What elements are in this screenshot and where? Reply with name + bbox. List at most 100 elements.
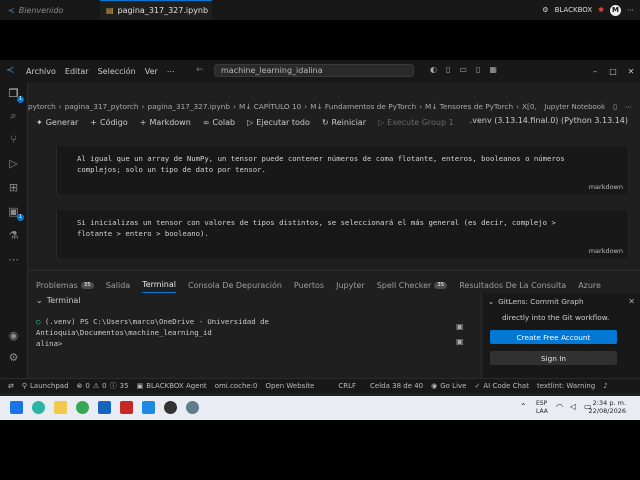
notebook-body: Al igual que un array de NumPy, un tenso… — [28, 132, 640, 260]
textlint-item[interactable]: textlint: Warning — [537, 382, 595, 390]
blackbox-area: ⚙ BLACKBOX ✱ M ⋯ — [542, 0, 634, 20]
restart-button[interactable]: ↻ Reiniciar — [322, 118, 366, 127]
terminal-shell-icon[interactable]: ▣ — [456, 322, 464, 331]
windows-start-icon[interactable] — [10, 401, 23, 414]
sign-in-button[interactable]: Sign In — [490, 351, 617, 365]
ai-chat-item[interactable]: ✓ AI Code Chat — [474, 382, 528, 390]
tab-problems-label: Problemas — [36, 280, 78, 290]
panel-right-icon[interactable]: ▯ — [476, 65, 480, 74]
tab-spell-checker[interactable]: Spell Checker 35 — [377, 278, 448, 292]
colab-button[interactable]: ∞ Colab — [203, 118, 235, 127]
settings-gear-icon[interactable]: ⚙ — [6, 350, 21, 365]
more-views-icon[interactable]: ⋯ — [6, 252, 21, 267]
tab-welcome[interactable]: ≺ Bienvenido — [2, 0, 88, 20]
bell-icon[interactable]: ♪ — [603, 382, 607, 390]
tab-jupyter[interactable]: Jupyter — [336, 278, 365, 292]
tab-notebook[interactable]: ▤ pagina_317_327.ipynb — [100, 0, 212, 20]
gitlens-header[interactable]: ⌄ GitLens: Commit Graph — [488, 297, 584, 306]
language-primary: ESP — [536, 400, 548, 407]
panel-bottom-icon[interactable]: ▭ — [459, 65, 467, 74]
tab-debug-console[interactable]: Consola De Depuración — [188, 278, 282, 292]
terminal-header[interactable]: ⌄ Terminal — [36, 296, 81, 305]
tab-output[interactable]: Salida — [106, 278, 130, 292]
breadcrumb-item[interactable]: pagina_317_327.ipynb — [147, 102, 230, 111]
menu-archivo[interactable]: Archivo — [26, 67, 56, 76]
kernel-label[interactable]: Jupyter Notebook — [540, 102, 606, 111]
create-account-button[interactable]: Create Free Account — [490, 330, 617, 344]
blackbox-label[interactable]: BLACKBOX — [555, 6, 593, 14]
kernel-selector[interactable]: .venv (3.13.14.final.0) (Python 3.13.14) — [470, 116, 628, 125]
extensions-icon[interactable]: ⊞ — [6, 180, 21, 195]
gitlens-close-icon[interactable]: ✕ — [628, 297, 635, 306]
account-icon[interactable]: ◉ — [6, 328, 21, 343]
tab-terminal[interactable]: Terminal — [142, 278, 176, 293]
eol-item[interactable]: CRLF — [338, 382, 356, 390]
tab-azure[interactable]: Azure — [578, 278, 601, 292]
panel-divider[interactable] — [28, 270, 640, 271]
copilot-icon[interactable]: ◐ — [430, 65, 437, 74]
breadcrumb-item[interactable]: pagina_317_pytorch — [65, 102, 139, 111]
menu-ver[interactable]: Ver — [145, 67, 158, 76]
panel-left-icon[interactable]: ▯ — [446, 65, 450, 74]
tab-ports[interactable]: Puertos — [294, 278, 324, 292]
menu-editar[interactable]: Editar — [65, 67, 89, 76]
menu-more[interactable]: ⋯ — [167, 67, 175, 76]
launchpad-item[interactable]: ⚲ Launchpad — [22, 382, 69, 390]
markdown-cell[interactable]: Al igual que un array de NumPy, un tenso… — [56, 146, 627, 194]
execute-group-button[interactable]: ▷ Execute Group 1 — [378, 118, 454, 127]
file-explorer-icon[interactable] — [54, 401, 67, 414]
tray-chevron-icon[interactable]: ⌃ — [520, 402, 527, 411]
remote-status-icon[interactable]: ⇄ — [8, 382, 14, 390]
word-icon[interactable] — [98, 401, 111, 414]
source-control-icon[interactable]: ⑂ — [6, 132, 21, 147]
maximize-icon[interactable]: □ — [604, 60, 622, 82]
markdown-cell[interactable]: Si inicializas un tensor con valores de … — [56, 210, 627, 258]
more-icon[interactable]: ⋯ — [627, 6, 634, 14]
terminal-output[interactable]: ◯ (.venv) PS C:\Users\marco\OneDrive - U… — [36, 316, 446, 349]
layout-icon[interactable]: ▦ — [489, 65, 497, 74]
nav-back-icon[interactable]: ← — [196, 65, 204, 75]
explorer-icon[interactable]: ❐ 1 — [6, 86, 24, 103]
acrobat-icon[interactable] — [120, 401, 133, 414]
minimize-icon[interactable]: – — [586, 60, 604, 82]
breadcrumb-item[interactable]: pytorch — [28, 102, 56, 111]
more-actions-icon[interactable]: ⋯ — [625, 103, 632, 111]
cell-position-item[interactable]: Celda 38 de 40 — [370, 382, 423, 390]
chrome-icon[interactable] — [76, 401, 89, 414]
terminal-python-icon[interactable]: ▣ — [456, 337, 464, 346]
breadcrumb-item[interactable]: M↓ Tensores de PyTorch — [425, 102, 513, 111]
clock[interactable]: 2:34 p. m. 22/08/2026 — [589, 399, 626, 415]
run-all-button[interactable]: ▷ Ejecutar todo — [247, 118, 310, 127]
breadcrumb-item[interactable]: M↓ Fundamentos de PyTorch — [310, 102, 416, 111]
tab-query-results[interactable]: Resultados De La Consulta — [459, 278, 566, 292]
testing-icon[interactable]: ⚗ — [6, 228, 21, 243]
add-markdown-button[interactable]: + Markdown — [140, 118, 191, 127]
tab-problems[interactable]: Problemas 35 — [36, 278, 94, 292]
blackbox-logo-icon[interactable]: ✱ — [598, 6, 604, 14]
problems-status[interactable]: ⊗ 0 ⚠ 0 ⓘ 35 — [77, 381, 129, 391]
open-website-item[interactable]: Open Website — [266, 382, 315, 390]
add-code-button[interactable]: + Código — [90, 118, 127, 127]
cell-language[interactable]: markdown — [589, 247, 623, 255]
remote-icon[interactable]: ▣ 1 — [6, 204, 24, 221]
breadcrumb-item[interactable]: M↓ CAPÍTULO 10 — [239, 102, 301, 111]
close-icon[interactable]: ✕ — [622, 60, 640, 82]
menu-seleccion[interactable]: Selección — [98, 67, 136, 76]
blackbox-agent-item[interactable]: ▣ BLACKBOX Agent — [137, 382, 207, 390]
generate-button[interactable]: ✦ Generar — [36, 118, 78, 127]
language-indicator[interactable]: ESP LAA — [536, 400, 548, 416]
cell-language[interactable]: markdown — [589, 183, 623, 191]
edge-icon[interactable] — [32, 401, 45, 414]
run-debug-icon[interactable]: ▷ — [6, 156, 21, 171]
go-live-item[interactable]: ◉ Go Live — [431, 382, 466, 390]
omi-item[interactable]: omi.coche:0 — [215, 382, 258, 390]
search-icon[interactable]: ⌕ — [6, 108, 21, 123]
split-editor-icon[interactable]: ▯ — [613, 103, 617, 111]
vscode-taskbar-icon[interactable] — [142, 401, 155, 414]
avatar[interactable]: M — [610, 4, 621, 16]
github-icon[interactable] — [164, 401, 177, 414]
settings-taskbar-icon[interactable] — [186, 401, 199, 414]
volume-icon[interactable]: ◁ — [570, 402, 576, 411]
command-center-search[interactable]: machine_learning_idalina — [214, 64, 414, 77]
network-icon[interactable]: ◠ — [556, 402, 563, 411]
